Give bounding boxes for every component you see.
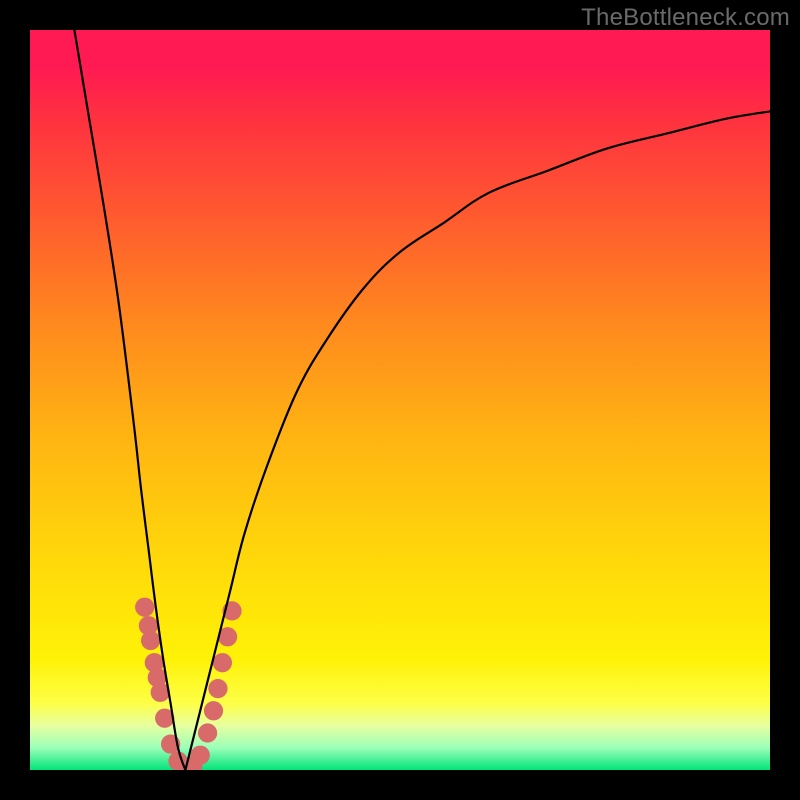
chart-marker bbox=[213, 653, 232, 672]
chart-frame: TheBottleneck.com bbox=[0, 0, 800, 800]
bottleneck-curve-right bbox=[185, 111, 770, 770]
chart-marker bbox=[191, 746, 210, 765]
watermark-text: TheBottleneck.com bbox=[581, 4, 790, 32]
chart-marker bbox=[204, 701, 223, 720]
chart-marker bbox=[198, 723, 217, 742]
chart-marker bbox=[135, 598, 154, 617]
chart-plot-area bbox=[30, 30, 770, 770]
chart-marker bbox=[208, 679, 227, 698]
chart-markers bbox=[135, 598, 242, 770]
chart-svg bbox=[30, 30, 770, 770]
bottleneck-curve-left bbox=[74, 30, 185, 770]
chart-marker bbox=[141, 631, 160, 650]
